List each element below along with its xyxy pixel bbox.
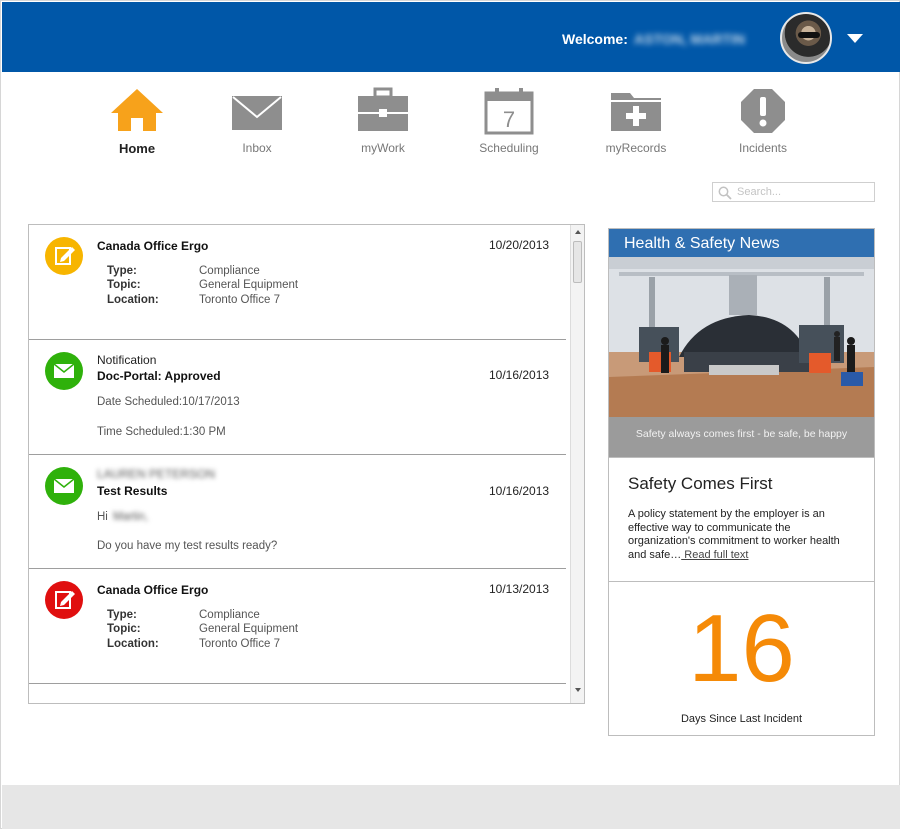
feed-kind: Notification	[97, 353, 157, 367]
edit-icon	[55, 247, 75, 265]
days-since-incident-count: 16	[688, 595, 795, 702]
envelope-icon	[53, 363, 75, 378]
date-scheduled: Date Scheduled:10/17/2013	[97, 396, 240, 408]
message-sender: LAUREN PETERSON	[97, 467, 216, 481]
feed-title: Doc-Portal: Approved	[97, 369, 221, 383]
welcome-label: Welcome:	[562, 31, 628, 47]
field-label-type: Type:	[107, 609, 137, 621]
field-value-location: Toronto Office 7	[199, 294, 280, 306]
field-value-topic: General Equipment	[199, 279, 299, 291]
field-label-topic: Topic:	[107, 279, 141, 291]
calendar-day: 7	[503, 107, 515, 132]
feed-title: Test Results	[97, 484, 168, 498]
feed-date: 10/13/2013	[489, 582, 550, 596]
time-scheduled: Time Scheduled:1:30 PM	[97, 426, 226, 438]
feed-scrollbar[interactable]	[570, 225, 584, 703]
nav-item-scheduling[interactable]: 7 Scheduling	[459, 87, 559, 155]
avatar-glasses	[798, 32, 820, 38]
nav-item-myrecords[interactable]: myRecords	[586, 87, 686, 155]
field-value-topic: General Equipment	[199, 623, 299, 635]
field-label-topic: Topic:	[107, 623, 141, 635]
news-caption: Safety always comes first - be safe, be …	[609, 417, 874, 457]
field-label-location: Location:	[107, 294, 159, 306]
nav-label-myrecords: myRecords	[605, 141, 667, 155]
feed-item-ergo-2[interactable]: Canada Office Ergo 10/13/2013 Type: Comp…	[29, 569, 566, 684]
feed-item-message[interactable]: LAUREN PETERSON Test Results 10/16/2013 …	[29, 455, 566, 569]
scroll-up-icon[interactable]	[575, 230, 581, 234]
feed-badge-yellow	[45, 237, 83, 275]
feed-date: 10/16/2013	[489, 368, 550, 382]
calendar-icon: 7	[484, 88, 534, 135]
envelope-icon	[53, 478, 75, 493]
feed-date: 10/20/2013	[489, 238, 550, 252]
news-title: Safety Comes First	[628, 474, 773, 493]
news-photo[interactable]	[609, 257, 874, 417]
message-body: Do you have my test results ready?	[97, 540, 278, 552]
edit-icon	[55, 591, 75, 609]
nav-item-incidents[interactable]: Incidents	[713, 87, 813, 155]
chevron-down-icon[interactable]	[847, 34, 863, 43]
nav-label-home: Home	[118, 141, 156, 156]
nav-label-scheduling: Scheduling	[479, 141, 539, 155]
feed-item-notification[interactable]: Notification Doc-Portal: Approved 10/16/…	[29, 340, 566, 455]
envelope-icon	[232, 96, 282, 130]
field-value-location: Toronto Office 7	[199, 638, 280, 650]
nav-label-inbox: Inbox	[242, 141, 272, 155]
feed-badge-red	[45, 581, 83, 619]
message-greeting-name: Martin,	[113, 511, 149, 523]
activity-feed: Canada Office Ergo 10/20/2013 Type: Comp…	[28, 224, 585, 704]
news-body: A policy statement by the employer is an…	[628, 508, 853, 562]
message-greeting: Hi	[97, 511, 108, 523]
scroll-down-icon[interactable]	[575, 688, 581, 692]
feed-title: Canada Office Ergo	[97, 239, 209, 253]
app-frame: Welcome: ASTON, MARTIN Home Inbox myWork	[0, 0, 900, 829]
feed-item-ergo-1[interactable]: Canada Office Ergo 10/20/2013 Type: Comp…	[29, 225, 566, 340]
news-divider	[609, 457, 874, 458]
search-icon	[718, 186, 732, 200]
nav-label-mywork: myWork	[361, 141, 405, 155]
news-heading: Health & Safety News	[609, 229, 874, 257]
alert-octagon-icon	[741, 89, 785, 133]
search-box[interactable]	[712, 182, 875, 202]
nav-label-incidents: Incidents	[738, 141, 788, 155]
briefcase-icon	[358, 87, 408, 131]
field-value-type: Compliance	[199, 265, 260, 277]
field-value-type: Compliance	[199, 609, 260, 621]
user-name: ASTON, MARTIN	[634, 31, 745, 47]
scroll-thumb[interactable]	[573, 241, 582, 283]
nav-item-home[interactable]: Home	[87, 87, 187, 156]
news-panel: Health & Safety News Safety always comes…	[608, 228, 875, 736]
feed-date: 10/16/2013	[489, 484, 550, 498]
feed-badge-green	[45, 352, 83, 390]
folder-plus-icon	[611, 93, 661, 131]
feed-title: Canada Office Ergo	[97, 583, 209, 597]
days-since-incident-label: Days Since Last Incident	[680, 713, 803, 725]
footer-bar	[2, 785, 900, 829]
field-label-location: Location:	[107, 638, 159, 650]
nav-item-mywork[interactable]: myWork	[333, 87, 433, 155]
factory-image	[609, 257, 874, 417]
top-header: Welcome: ASTON, MARTIN	[2, 2, 900, 72]
field-label-type: Type:	[107, 265, 137, 277]
read-full-text-link[interactable]: Read full text	[681, 549, 748, 561]
news-divider	[609, 581, 874, 582]
nav-item-inbox[interactable]: Inbox	[207, 87, 307, 155]
avatar[interactable]	[780, 12, 832, 64]
home-icon	[111, 89, 163, 131]
search-input[interactable]	[737, 184, 871, 200]
feed-badge-green	[45, 467, 83, 505]
